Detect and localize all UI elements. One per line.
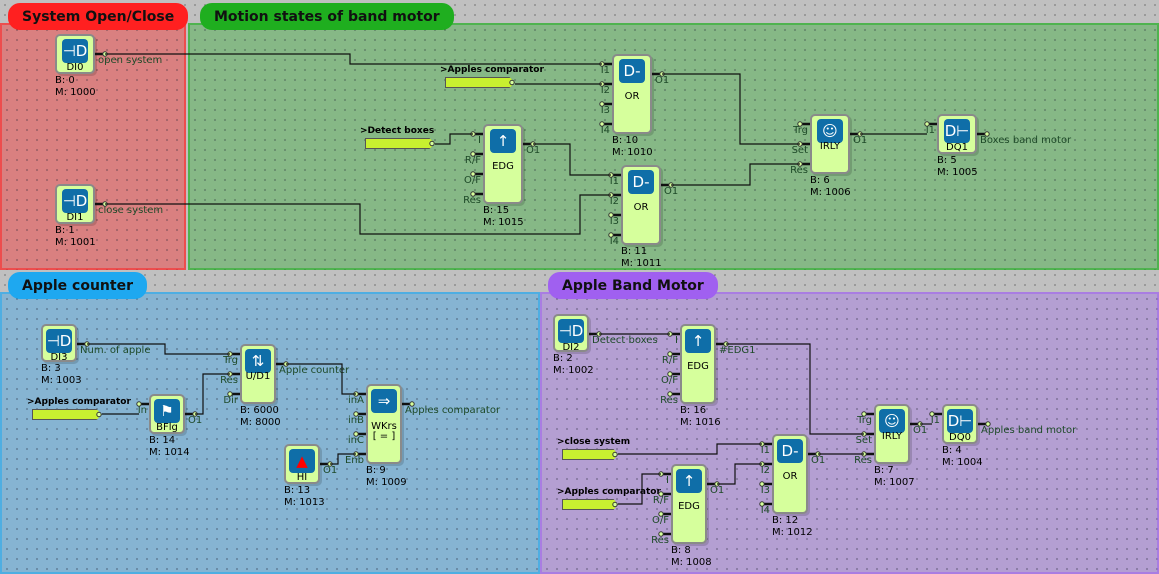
- pin-dot: [599, 101, 605, 107]
- wire: [435, 133, 473, 145]
- wire: [195, 373, 230, 415]
- pin-dot: [797, 121, 803, 127]
- pin-dot: [658, 531, 664, 537]
- pin-dot: [667, 371, 673, 377]
- pin-dot: [353, 431, 359, 437]
- pin-dot: [409, 401, 415, 407]
- wire: [533, 143, 611, 176]
- wire: [726, 343, 864, 435]
- wire: [717, 463, 762, 485]
- pin-dot: [984, 131, 990, 137]
- pin-dot: [608, 232, 614, 238]
- wire: [618, 443, 762, 455]
- pin-dot: [759, 481, 765, 487]
- pin-dot: [608, 212, 614, 218]
- pin-dot: [667, 391, 673, 397]
- pin-dot: [924, 121, 930, 127]
- wire: [671, 163, 800, 186]
- wire: [662, 73, 800, 145]
- pin-dot: [612, 501, 618, 508]
- pin-dot: [658, 491, 664, 497]
- pin-dot: [96, 411, 102, 418]
- wire: [105, 194, 611, 235]
- pin-dot: [353, 411, 359, 417]
- pin-dot: [667, 351, 673, 357]
- pin-dot: [599, 121, 605, 127]
- pin-dot: [509, 79, 515, 86]
- pin-dot: [136, 401, 142, 407]
- pin-dot: [929, 411, 935, 417]
- wire: [286, 363, 356, 395]
- wires-layer: [77, 51, 991, 537]
- wire: [618, 473, 661, 505]
- pin-dot: [470, 191, 476, 197]
- pin-dot: [470, 171, 476, 177]
- pin-dot: [759, 501, 765, 507]
- wire: [330, 453, 356, 465]
- wire: [105, 53, 602, 65]
- wire: [87, 343, 230, 355]
- pin-dot: [658, 511, 664, 517]
- pin-dot: [470, 151, 476, 157]
- pin-dot: [985, 421, 991, 427]
- pin-dot: [429, 140, 435, 147]
- pin-dot: [227, 391, 233, 397]
- pin-dot: [861, 411, 867, 417]
- pin-dot: [612, 451, 618, 458]
